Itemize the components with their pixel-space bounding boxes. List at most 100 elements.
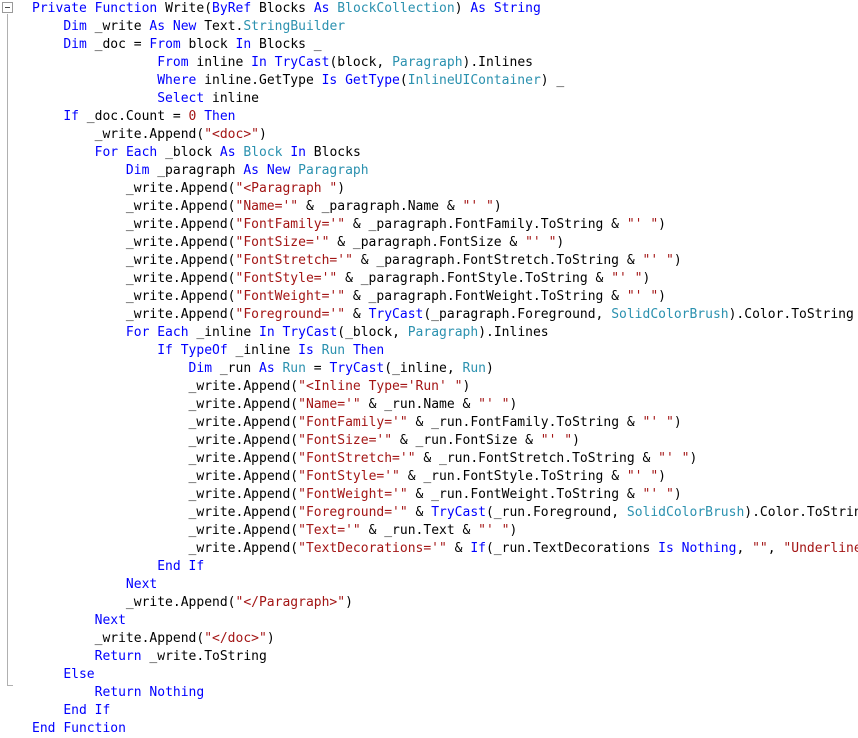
code-token: TryCast [274,55,330,70]
code-token: _write.Append( [125,289,236,304]
code-token: ) [658,217,666,232]
code-token: As [149,19,166,34]
code-token: "FontStretch='" [298,451,416,466]
code-token: (_block, [337,325,408,340]
code-token: "FontStyle='" [235,271,338,286]
code-token: "FontWeight='" [298,487,408,502]
code-token: "FontFamily='" [235,217,346,232]
code-token: Function [94,1,158,16]
code-token: _write [86,19,150,34]
code-token: Function [63,721,126,736]
code-token: ) [572,433,580,448]
code-token: Next [125,577,158,592]
code-token: As [470,1,487,16]
code-token: (_inline, [384,361,463,376]
code-token: As [219,145,236,160]
code-token: _write.Append( [125,271,236,286]
code-token: "' " [611,271,643,286]
code-token: , [736,541,753,556]
code-token: If [188,559,205,574]
code-token: "' " [525,235,557,250]
code-token: _write.Append( [188,469,299,484]
code-line: For Each _block As Block In Blocks [0,144,858,162]
code-token: Block [243,145,283,160]
code-token: "FontStyle='" [298,469,400,484]
code-line: From inline In TryCast(block, Paragraph)… [0,54,858,72]
code-token: "" [752,541,768,556]
code-token: Paragraph [298,163,369,178]
code-token: TypeOf [180,343,228,358]
code-token: ) [493,199,502,214]
code-token: ) [509,397,518,412]
code-token: TryCast [431,505,486,520]
code-token: & _run.Name & [360,397,479,412]
code-token: _paragraph [149,163,244,178]
code-token: & _run.FontFamily.ToString & [407,415,643,430]
code-token: Text. [196,19,244,34]
code-token: TryCast [329,361,385,376]
code-token: In [290,145,306,160]
code-token: & _run.FontSize & [392,433,541,448]
code-token: _inline [227,343,299,358]
code-line: _write.Append("Name='" & _paragraph.Name… [0,198,858,216]
code-token: Dim [125,163,150,178]
code-token: = [305,361,330,376]
code-token: ) [673,415,682,430]
code-token: Blocks [251,1,314,16]
code-token: Nothing [149,685,205,700]
code-token: "</doc>" [204,631,267,646]
code-token: "' " [626,469,659,484]
code-token: _write.Append( [188,487,299,502]
code-token: As [313,1,330,16]
code-token: ) [658,289,666,304]
code-token: SolidColorBrush [611,307,729,322]
code-line: _write.Append("Name='" & _run.Name & "' … [0,396,858,414]
code-line: _write.Append("FontSize='" & _run.FontSi… [0,432,858,450]
code-token: String [493,1,541,16]
code-line: End Function [0,720,858,738]
code-line: Dim _write As New Text.StringBuilder [0,18,858,36]
code-token: "' " [658,451,690,466]
code-line: Private Function Write(ByRef Blocks As B… [0,0,858,18]
code-token: "' " [540,433,573,448]
code-line: _write.Append("TextDecorations='" & If(_… [0,540,858,558]
code-token: "</Paragraph>" [235,595,346,610]
code-line: _write.Append("FontWeight='" & _paragrap… [0,288,858,306]
code-token: New [266,163,291,178]
code-token: InlineUIContainer [407,73,541,88]
code-token: ) [462,379,471,394]
code-token: "' " [626,289,659,304]
code-token: _run [212,361,259,376]
code-token: "Foreground='" [298,505,408,520]
code-token: "' " [642,487,674,502]
code-line: _write.Append("FontFamily='" & _run.Font… [0,414,858,432]
code-token: If [157,343,173,358]
code-token: "<Paragraph " [235,181,338,196]
code-text-area[interactable]: Private Function Write(ByRef Blocks As B… [0,0,858,736]
code-token: "FontWeight='" [235,289,346,304]
code-token: ) [486,361,494,376]
code-line: _write.Append("FontWeight='" & _run.Font… [0,486,858,504]
code-token: In [235,37,252,52]
code-token: Paragraph [392,55,463,70]
code-token: (_paragraph.Foreground, [423,307,612,322]
code-token: "' " [462,199,494,214]
code-token: _write.Append( [125,181,236,196]
code-token: From [149,37,181,52]
code-token: ).Color.ToString & [744,505,858,520]
code-token: _write.Append( [188,397,299,412]
code-token: End [63,703,87,718]
code-token: _write.Append( [188,379,299,394]
code-editor[interactable]: Private Function Write(ByRef Blocks As B… [0,0,858,736]
